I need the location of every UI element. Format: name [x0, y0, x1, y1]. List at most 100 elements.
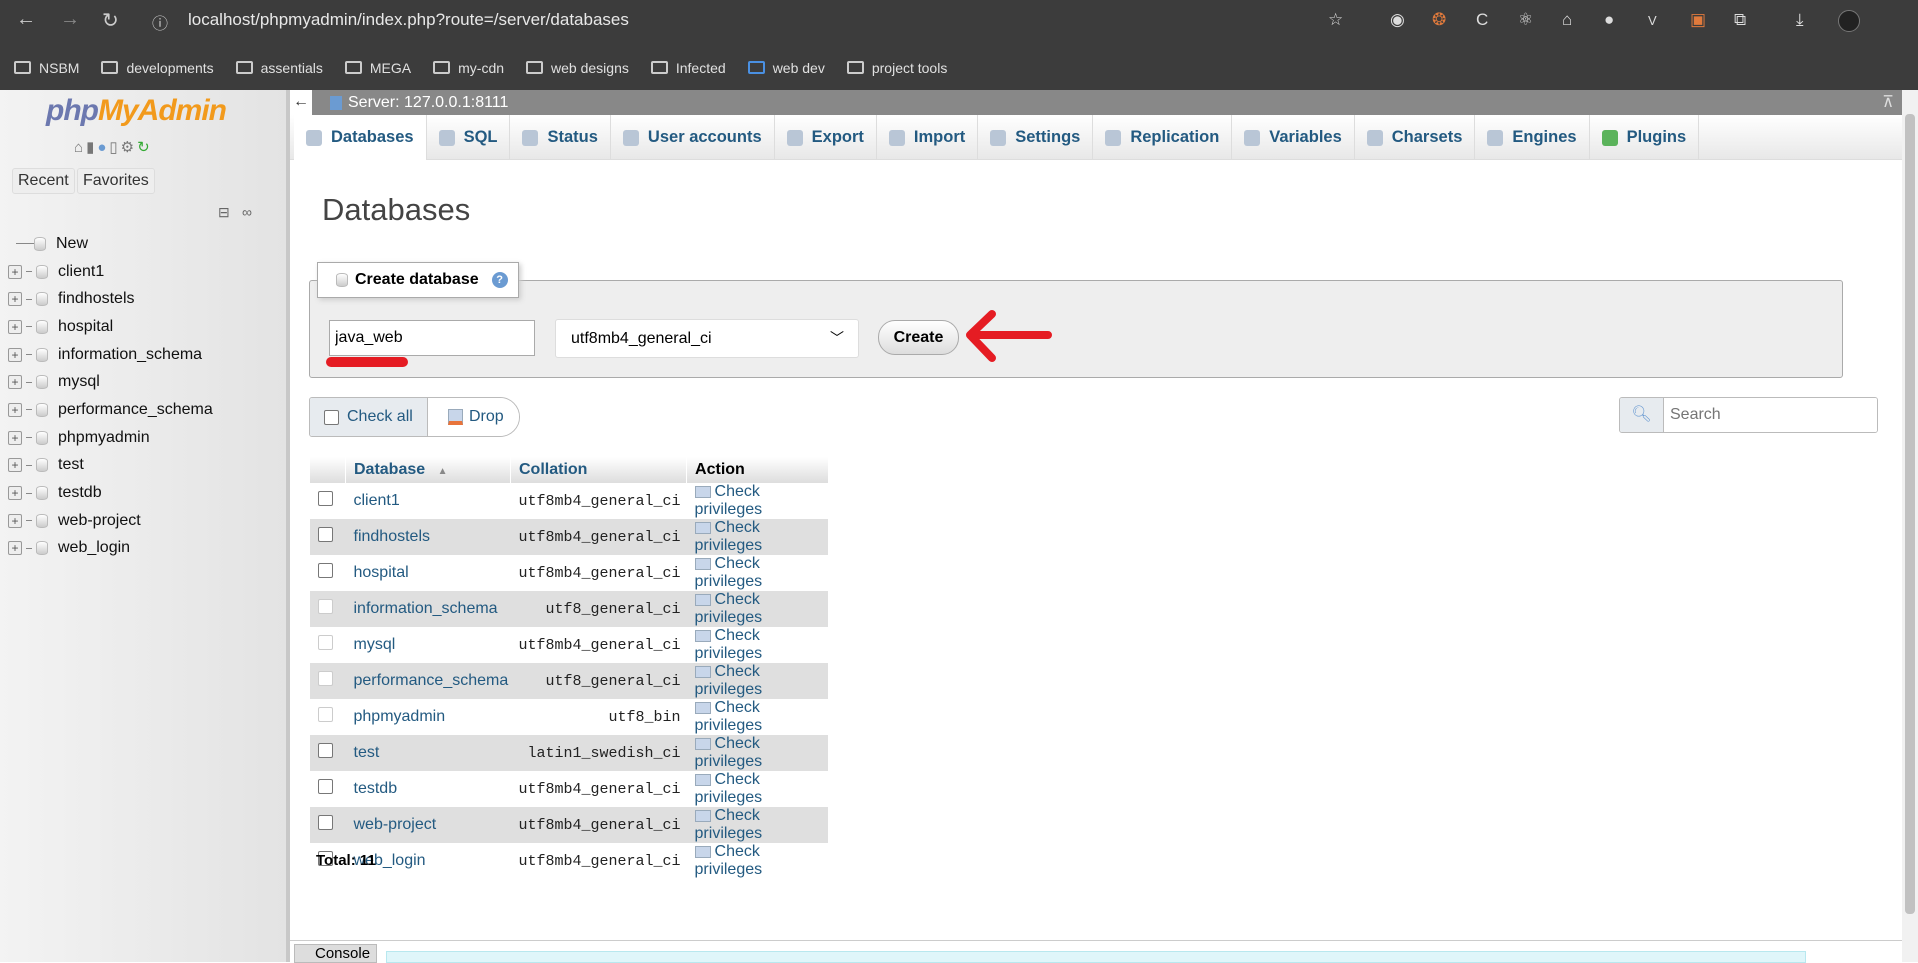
- expand-icon[interactable]: +: [8, 458, 22, 473]
- tab-status[interactable]: Status: [510, 115, 611, 160]
- database-link[interactable]: mysql: [354, 636, 396, 653]
- collapse-all-icon[interactable]: ⊟: [218, 204, 230, 221]
- check-privileges-link[interactable]: Check privileges: [694, 771, 762, 806]
- reload-icon[interactable]: ↻: [102, 8, 119, 33]
- expand-icon[interactable]: +: [8, 513, 22, 528]
- database-link[interactable]: information_schema: [354, 600, 498, 617]
- tree-item-database[interactable]: + hospital: [8, 313, 213, 341]
- bookmark[interactable]: my-cdn: [433, 60, 504, 76]
- reload-icon[interactable]: ↻: [137, 139, 153, 156]
- gear-icon[interactable]: ⚙: [121, 139, 137, 156]
- database-link[interactable]: client1: [354, 492, 400, 509]
- extension-icon[interactable]: V: [1648, 13, 1657, 28]
- collation-select[interactable]: utf8mb4_general_ci ﹀: [555, 319, 859, 358]
- server-link[interactable]: Server: 127.0.0.1:8111: [348, 94, 508, 111]
- row-checkbox[interactable]: [317, 491, 333, 506]
- link-icon[interactable]: ∞: [242, 204, 252, 220]
- docs-icon[interactable]: ▯: [109, 139, 120, 156]
- tab-replication[interactable]: Replication: [1093, 115, 1233, 160]
- extension-icon[interactable]: C: [1476, 10, 1488, 30]
- row-checkbox[interactable]: [317, 815, 333, 830]
- console-toggle[interactable]: Console: [294, 944, 378, 963]
- expand-icon[interactable]: +: [8, 347, 22, 362]
- tab-sql[interactable]: SQL: [427, 115, 511, 160]
- tree-item-database[interactable]: + mysql: [8, 368, 213, 396]
- row-checkbox[interactable]: [317, 743, 333, 758]
- tree-item-database[interactable]: + web_login: [8, 535, 213, 563]
- check-privileges-link[interactable]: Check privileges: [694, 663, 762, 698]
- avatar[interactable]: [1838, 10, 1860, 32]
- tree-item-database[interactable]: + web-project: [8, 507, 213, 535]
- row-checkbox[interactable]: [317, 779, 333, 794]
- extension-icon[interactable]: ◉: [1390, 10, 1405, 30]
- database-link[interactable]: hospital: [354, 564, 409, 581]
- check-privileges-link[interactable]: Check privileges: [694, 483, 762, 518]
- column-header-database[interactable]: Database ▲: [345, 457, 511, 483]
- tab-import[interactable]: Import: [877, 115, 979, 160]
- create-button[interactable]: Create: [878, 320, 959, 355]
- bookmark[interactable]: NSBM: [14, 60, 79, 76]
- expand-icon[interactable]: +: [8, 402, 22, 417]
- expand-icon[interactable]: +: [8, 430, 22, 445]
- recent-button[interactable]: Recent: [12, 168, 75, 194]
- bookmark[interactable]: developments: [101, 60, 214, 76]
- database-link[interactable]: web-project: [354, 816, 437, 833]
- tree-item-database[interactable]: + testdb: [8, 479, 213, 507]
- row-checkbox[interactable]: [317, 563, 333, 578]
- help-icon[interactable]: ●: [97, 139, 109, 156]
- star-icon[interactable]: ☆: [1328, 10, 1343, 30]
- database-link[interactable]: phpmyadmin: [354, 708, 446, 725]
- drop-button[interactable]: Drop: [428, 398, 519, 436]
- bookmark[interactable]: Infected: [650, 60, 726, 76]
- database-name-input[interactable]: [329, 320, 535, 356]
- database-link[interactable]: testdb: [354, 780, 398, 797]
- check-privileges-link[interactable]: Check privileges: [694, 699, 762, 734]
- database-link[interactable]: test: [354, 744, 380, 761]
- collapse-top-icon[interactable]: ⊼: [1882, 90, 1894, 115]
- home-icon[interactable]: ⌂: [74, 139, 86, 156]
- bookmark[interactable]: assentials: [235, 60, 323, 76]
- check-all[interactable]: Check all: [310, 398, 428, 436]
- scrollbar[interactable]: [1902, 90, 1918, 962]
- tree-item-database[interactable]: + test: [8, 452, 213, 480]
- phpmyadmin-logo[interactable]: phpMyAdmin: [46, 94, 227, 128]
- tab-charsets[interactable]: Charsets: [1355, 115, 1476, 160]
- download-icon[interactable]: ⤓: [1796, 10, 1804, 30]
- bookmark[interactable]: web dev: [747, 60, 825, 76]
- check-privileges-link[interactable]: Check privileges: [694, 843, 762, 878]
- expand-icon[interactable]: +: [8, 375, 22, 390]
- tree-item-database[interactable]: + phpmyadmin: [8, 424, 213, 452]
- help-icon[interactable]: ?: [491, 272, 508, 288]
- check-privileges-link[interactable]: Check privileges: [694, 627, 762, 662]
- check-privileges-link[interactable]: Check privileges: [694, 519, 762, 554]
- check-privileges-link[interactable]: Check privileges: [694, 591, 762, 626]
- tab-settings[interactable]: Settings: [978, 115, 1094, 160]
- bookmark[interactable]: web designs: [526, 60, 629, 76]
- database-link[interactable]: performance_schema: [354, 672, 509, 689]
- tab-export[interactable]: Export: [775, 115, 877, 160]
- column-header-collation[interactable]: Collation: [509, 457, 687, 483]
- puzzle-icon[interactable]: ⧉: [1734, 10, 1746, 30]
- tree-item-database[interactable]: + performance_schema: [8, 396, 213, 424]
- extension-icon[interactable]: ⌂: [1562, 10, 1572, 30]
- tab-variables[interactable]: Variables: [1232, 115, 1355, 160]
- expand-icon[interactable]: +: [8, 541, 22, 556]
- check-privileges-link[interactable]: Check privileges: [694, 555, 762, 590]
- check-privileges-link[interactable]: Check privileges: [694, 735, 762, 770]
- tab-user-accounts[interactable]: User accounts: [611, 115, 775, 160]
- search-input[interactable]: [1664, 398, 1877, 432]
- tree-item-database[interactable]: + findhostels: [8, 285, 213, 313]
- tab-plugins[interactable]: Plugins: [1590, 115, 1700, 160]
- bookmark[interactable]: project tools: [846, 60, 947, 76]
- check-all-checkbox[interactable]: [324, 409, 339, 425]
- info-icon[interactable]: ⓘ: [152, 10, 168, 34]
- expand-icon[interactable]: +: [8, 319, 22, 334]
- tree-item-database[interactable]: + client1: [8, 258, 213, 286]
- extension-icon[interactable]: ●: [1604, 10, 1614, 30]
- bookmark[interactable]: MEGA: [344, 60, 411, 76]
- tab-databases[interactable]: Databases: [294, 115, 427, 160]
- extension-icon[interactable]: ▣: [1690, 10, 1706, 30]
- expand-icon[interactable]: +: [8, 264, 22, 279]
- check-privileges-link[interactable]: Check privileges: [694, 807, 762, 842]
- forward-icon[interactable]: →: [60, 8, 80, 31]
